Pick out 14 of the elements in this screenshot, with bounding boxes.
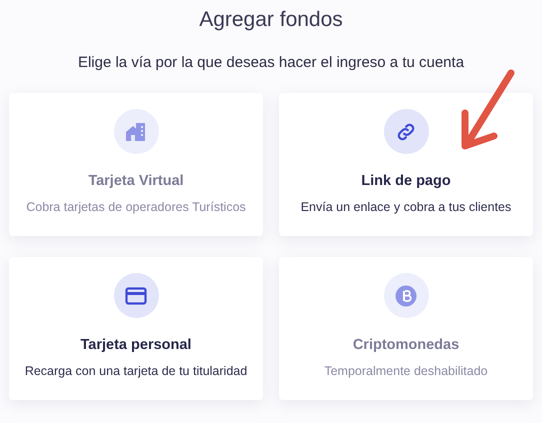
option-title: Tarjeta Virtual — [88, 173, 184, 189]
option-description: Recarga con una tarjeta de tu titularidad — [24, 364, 248, 378]
option-description: Temporalmente deshabilitado — [324, 364, 488, 378]
option-description: Cobra tarjetas de operadores Turísticos — [26, 200, 246, 214]
coin-icon — [395, 284, 417, 306]
page-title: Agregar fondos — [198, 8, 344, 32]
page-subtitle: Elige la vía por la que deseas hacer el ingreso a tu cuenta — [76, 54, 466, 71]
option-title: Link de pago — [361, 173, 451, 189]
option-title: Criptomonedas — [352, 337, 460, 353]
option-description: Envía un enlace y cobra a tus clientes — [300, 200, 512, 214]
option-card[interactable]: Tarjeta personal Recarga con una tarjeta de tu titularidad — [9, 257, 263, 400]
option-card[interactable]: Link de pago Envía un enlace y cobra a tus clientes — [279, 93, 533, 236]
credit-card-icon — [125, 286, 147, 306]
option-title: Tarjeta personal — [80, 337, 192, 353]
